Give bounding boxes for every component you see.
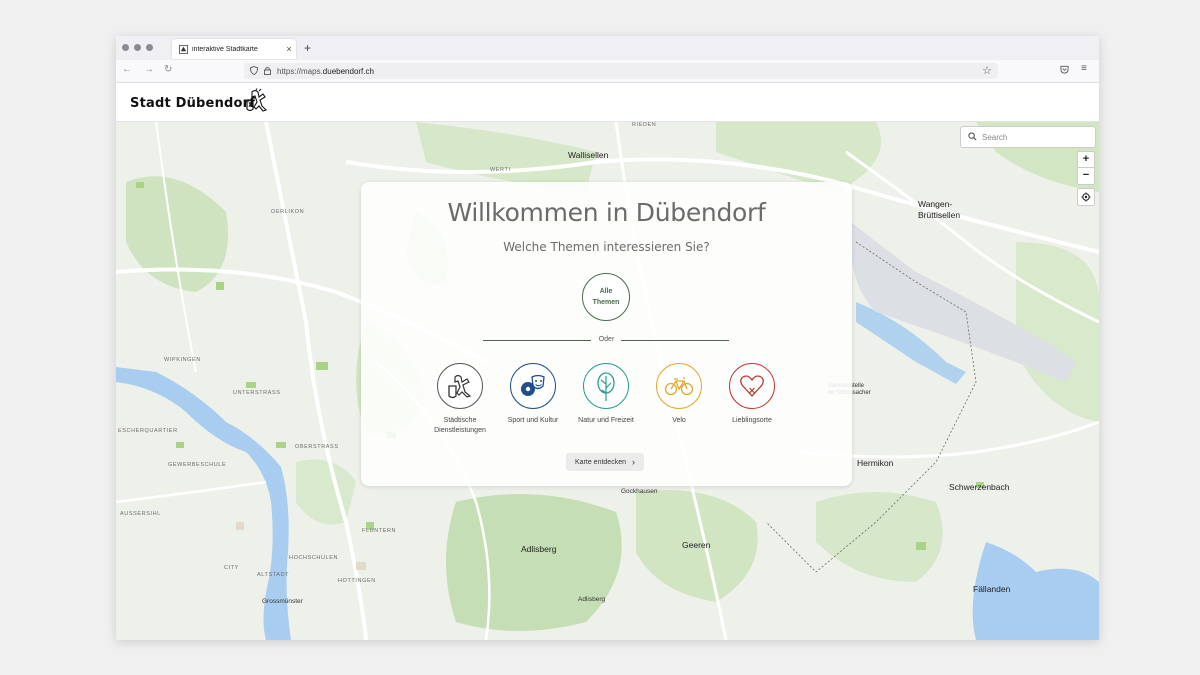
- map-label: Wangen-: [918, 199, 953, 209]
- search-placeholder: Search: [982, 132, 1008, 142]
- welcome-title: Willkommen in Dübendorf: [447, 198, 766, 227]
- locate-button[interactable]: [1077, 188, 1095, 206]
- city-crest-icon[interactable]: [437, 363, 483, 409]
- theme-city-services[interactable]: Städtische Dienstleistungen: [420, 363, 500, 436]
- map-label: AUSSERSIHL: [120, 511, 161, 517]
- map-label: RIEDEN: [632, 122, 657, 128]
- favicon-icon: [178, 44, 188, 54]
- map-label: Hermikon: [857, 458, 894, 468]
- active-tab[interactable]: interaktive Stadtkarte ×: [172, 39, 296, 59]
- url-text: https://maps.duebendorf.ch: [277, 67, 374, 76]
- bookmark-star-icon[interactable]: ☆: [982, 64, 992, 77]
- search-icon: [968, 131, 977, 143]
- maximize-window-dot[interactable]: [146, 44, 153, 51]
- map-label: Adlisberg: [578, 596, 606, 603]
- reload-button[interactable]: ↻: [164, 64, 172, 75]
- map-search[interactable]: Search: [960, 126, 1096, 148]
- chevron-right-icon: ›: [631, 457, 635, 467]
- lock-icon[interactable]: [264, 66, 271, 77]
- map-label: Schwerzenbach: [949, 482, 1010, 492]
- tree-icon[interactable]: [583, 363, 629, 409]
- theme-favorite-places[interactable]: Lieblingsorte: [712, 363, 792, 426]
- map-label: Brüttisellen: [918, 210, 961, 220]
- theme-label-line2: Dienstleistungen: [434, 427, 486, 434]
- theme-label: Städtische Dienstleistungen: [420, 416, 500, 436]
- welcome-subtitle: Welche Themen interessieren Sie?: [503, 240, 710, 254]
- city-crest-icon: [244, 88, 268, 119]
- map-label: UNTERSTRASS: [233, 390, 281, 396]
- site-brand[interactable]: Stadt Dübendorf: [130, 96, 255, 111]
- forward-button[interactable]: →: [144, 64, 154, 75]
- map-label: ESCHERQUARTIER: [118, 428, 178, 434]
- map-label: Geeren: [682, 540, 711, 550]
- all-themes-button[interactable]: Alle Themen: [582, 273, 630, 321]
- tab-close-button[interactable]: ×: [282, 44, 296, 54]
- theme-label: Lieblingsorte: [732, 417, 772, 424]
- map-label: GEWERBESCHULE: [168, 462, 227, 468]
- theme-label: Velo: [672, 417, 686, 424]
- map-label: ALTSTADT: [257, 572, 290, 578]
- zoom-out-button[interactable]: −: [1077, 167, 1095, 185]
- theme-label: Sport und Kultur: [507, 417, 559, 424]
- divider-right: [621, 340, 729, 341]
- discover-map-button[interactable]: Karte entdecken ›: [566, 453, 644, 471]
- tab-bar: interaktive Stadtkarte × +: [116, 36, 1099, 60]
- map-label: HOCHSCHULEN: [289, 555, 339, 561]
- tab-title: interaktive Stadtkarte: [192, 45, 258, 53]
- theme-sport-culture[interactable]: Sport und Kultur: [493, 363, 573, 426]
- theme-bike[interactable]: Velo: [639, 363, 719, 426]
- all-themes-label-2: Themen: [592, 299, 620, 306]
- map-label: FLUNTERN: [362, 528, 397, 534]
- window-controls: [122, 44, 153, 51]
- or-label: Oder: [598, 336, 615, 343]
- map-view[interactable]: Wallisellen RIEDEN OERLIKON WERTI Wangen…: [116, 122, 1099, 640]
- heart-icon[interactable]: [729, 363, 775, 409]
- discover-map-label: Karte entdecken: [575, 458, 626, 466]
- theme-label-line1: Städtische: [443, 417, 477, 424]
- locate-icon: [1081, 192, 1091, 205]
- site-header: Stadt Dübendorf: [116, 83, 1099, 122]
- map-label: Wallisellen: [568, 150, 609, 160]
- url-prefix: https://maps.: [277, 66, 323, 76]
- map-label: OBERSTRASS: [295, 444, 339, 450]
- theme-label: Natur und Freizeit: [578, 417, 634, 424]
- welcome-dialog: Willkommen in Dübendorf Welche Themen in…: [361, 182, 852, 486]
- new-tab-button[interactable]: +: [304, 41, 311, 55]
- map-label: OERLIKON: [271, 209, 305, 215]
- back-button[interactable]: ←: [122, 64, 132, 75]
- sport-culture-icon[interactable]: [510, 363, 556, 409]
- navigation-bar: ← → ↻ https://maps.duebendorf.ch ☆ ≡: [116, 60, 1099, 83]
- map-label: WIPKINGEN: [164, 357, 201, 363]
- shield-icon[interactable]: [250, 65, 258, 77]
- map-label: WERTI: [490, 167, 511, 173]
- theme-nature-leisure[interactable]: Natur und Freizeit: [566, 363, 646, 426]
- minimize-window-dot[interactable]: [134, 44, 141, 51]
- map-label: Grossmünster: [262, 598, 303, 605]
- map-label: Gockhausen: [621, 488, 658, 495]
- map-label: HOTTINGEN: [338, 578, 376, 584]
- address-bar[interactable]: https://maps.duebendorf.ch ☆: [244, 63, 998, 79]
- bicycle-icon[interactable]: [656, 363, 702, 409]
- url-domain: duebendorf.ch: [322, 66, 374, 76]
- map-label: CITY: [224, 565, 239, 571]
- map-label: Adlisberg: [521, 544, 557, 554]
- all-themes-label-1: Alle: [599, 288, 613, 295]
- close-window-dot[interactable]: [122, 44, 129, 51]
- pocket-icon[interactable]: [1060, 65, 1069, 77]
- map-label: Fällanden: [973, 584, 1011, 594]
- menu-button[interactable]: ≡: [1081, 63, 1087, 74]
- browser-window: interaktive Stadtkarte × + ← → ↻ https:/…: [116, 36, 1099, 640]
